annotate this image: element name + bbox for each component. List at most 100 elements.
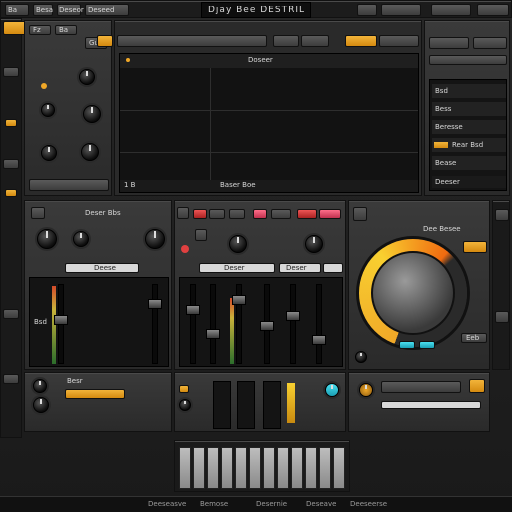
knob-icon[interactable] [81,143,99,161]
mixer-button[interactable] [271,209,291,219]
deck-power-button[interactable] [31,207,45,219]
mixer-button-pink[interactable] [253,209,267,219]
key-pad[interactable] [193,447,205,489]
toolbar-button[interactable] [357,4,377,16]
mixer-strip[interactable]: Deser [199,263,275,273]
ba-button[interactable]: Ba [55,25,77,35]
mixer-strip[interactable]: Deser [279,263,321,273]
fader-cap[interactable] [286,311,300,321]
channel-fader[interactable] [232,284,246,364]
knob-icon[interactable] [305,235,323,253]
transport-strip[interactable] [29,179,109,191]
key-pad[interactable] [249,447,261,489]
browser-row[interactable]: Bsd [432,84,506,98]
channel-fader[interactable] [54,284,68,364]
screen-tab[interactable] [379,35,419,47]
fader-cap[interactable] [312,335,326,345]
jog-platter[interactable] [371,251,455,335]
knob-icon[interactable] [325,383,339,397]
cue-pad[interactable] [419,341,435,349]
browser-row[interactable]: Beresse [432,120,506,134]
cue-pad[interactable] [399,341,415,349]
key-pad[interactable] [291,447,303,489]
fader-cap[interactable] [54,315,68,325]
fx-button[interactable]: Fz [29,25,51,35]
knob-icon[interactable] [145,229,165,249]
channel-fader[interactable] [260,284,274,364]
fader-cap[interactable] [186,305,200,315]
key-pad[interactable] [221,447,233,489]
mixer-button[interactable] [177,207,189,219]
menu-item-3[interactable]: Deseed [85,4,129,16]
knob-icon[interactable] [229,235,247,253]
key-pad[interactable] [277,447,289,489]
fader-cap[interactable] [260,321,274,331]
bottom-right-strip[interactable] [381,381,461,393]
rail-button[interactable] [3,159,19,169]
knob-icon[interactable] [33,379,47,393]
knob-icon[interactable] [79,69,95,85]
browser-row[interactable]: Bease [432,156,506,170]
rail-button[interactable] [3,67,19,77]
knob-icon[interactable] [179,399,191,411]
deck-power-button[interactable] [353,207,367,221]
toolbar-button[interactable] [431,4,471,16]
deck-strip[interactable]: Deese [65,263,139,273]
channel-fader[interactable] [206,284,220,364]
browser-row[interactable]: Rear Bsd [432,138,506,152]
browser-button[interactable] [429,37,469,49]
knob-icon[interactable] [37,229,57,249]
screen-tab[interactable] [301,35,329,47]
screen-active-tab[interactable] [345,35,377,47]
channel-fader[interactable] [312,284,326,364]
jog-wheel-icon[interactable] [359,239,467,347]
screen-tab[interactable] [273,35,299,47]
rail-button[interactable] [3,309,19,319]
fader-cap[interactable] [232,295,246,305]
key-pad[interactable] [179,447,191,489]
mixer-button-red[interactable] [193,209,207,219]
rail-button[interactable] [495,311,509,323]
pad-column[interactable] [237,381,255,429]
mixer-button[interactable] [195,229,207,241]
knob-icon[interactable] [359,383,373,397]
rail-button[interactable] [5,119,17,127]
fader-cap[interactable] [206,329,220,339]
browser-list[interactable]: Bsd Bess Beresse Rear Bsd Bease Deeser [429,79,507,191]
channel-fader[interactable] [186,284,200,364]
mixer-button[interactable] [229,209,245,219]
browser-row[interactable]: Bess [432,102,506,116]
knob-icon[interactable] [73,231,89,247]
screen-tab[interactable] [117,35,267,47]
knob-icon[interactable] [355,351,367,363]
fader-cap[interactable] [148,299,162,309]
menu-item-0[interactable]: Ba [5,4,29,16]
waveform-display[interactable]: Doseer 1 B Baser Boe [119,53,419,193]
jog-button[interactable]: Eeb [461,333,487,343]
key-pad[interactable] [207,447,219,489]
pad-button[interactable] [179,385,189,393]
mixer-button[interactable] [209,209,225,219]
key-pad[interactable] [263,447,275,489]
menu-item-2[interactable]: Deseor sese [57,4,102,16]
knob-icon[interactable] [83,105,101,123]
bottom-right-bar[interactable] [381,401,481,409]
bottom-orange-strip[interactable] [65,389,125,399]
key-pad[interactable] [235,447,247,489]
key-pad[interactable] [305,447,317,489]
knob-icon[interactable] [41,103,55,117]
rail-button[interactable] [495,209,509,221]
rail-button[interactable] [3,374,19,384]
rail-button[interactable] [5,189,17,197]
toolbar-button[interactable] [381,4,421,16]
jog-orange-button[interactable] [463,241,487,253]
bottom-right-button[interactable] [469,379,485,393]
mixer-strip[interactable] [323,263,343,273]
key-pad[interactable] [319,447,331,489]
knob-icon[interactable] [33,397,49,413]
key-pad[interactable] [333,447,345,489]
toolbar-button[interactable] [477,4,509,16]
pad-column[interactable] [263,381,281,429]
menu-item-1[interactable]: Besa [33,4,53,16]
browser-button[interactable] [473,37,507,49]
